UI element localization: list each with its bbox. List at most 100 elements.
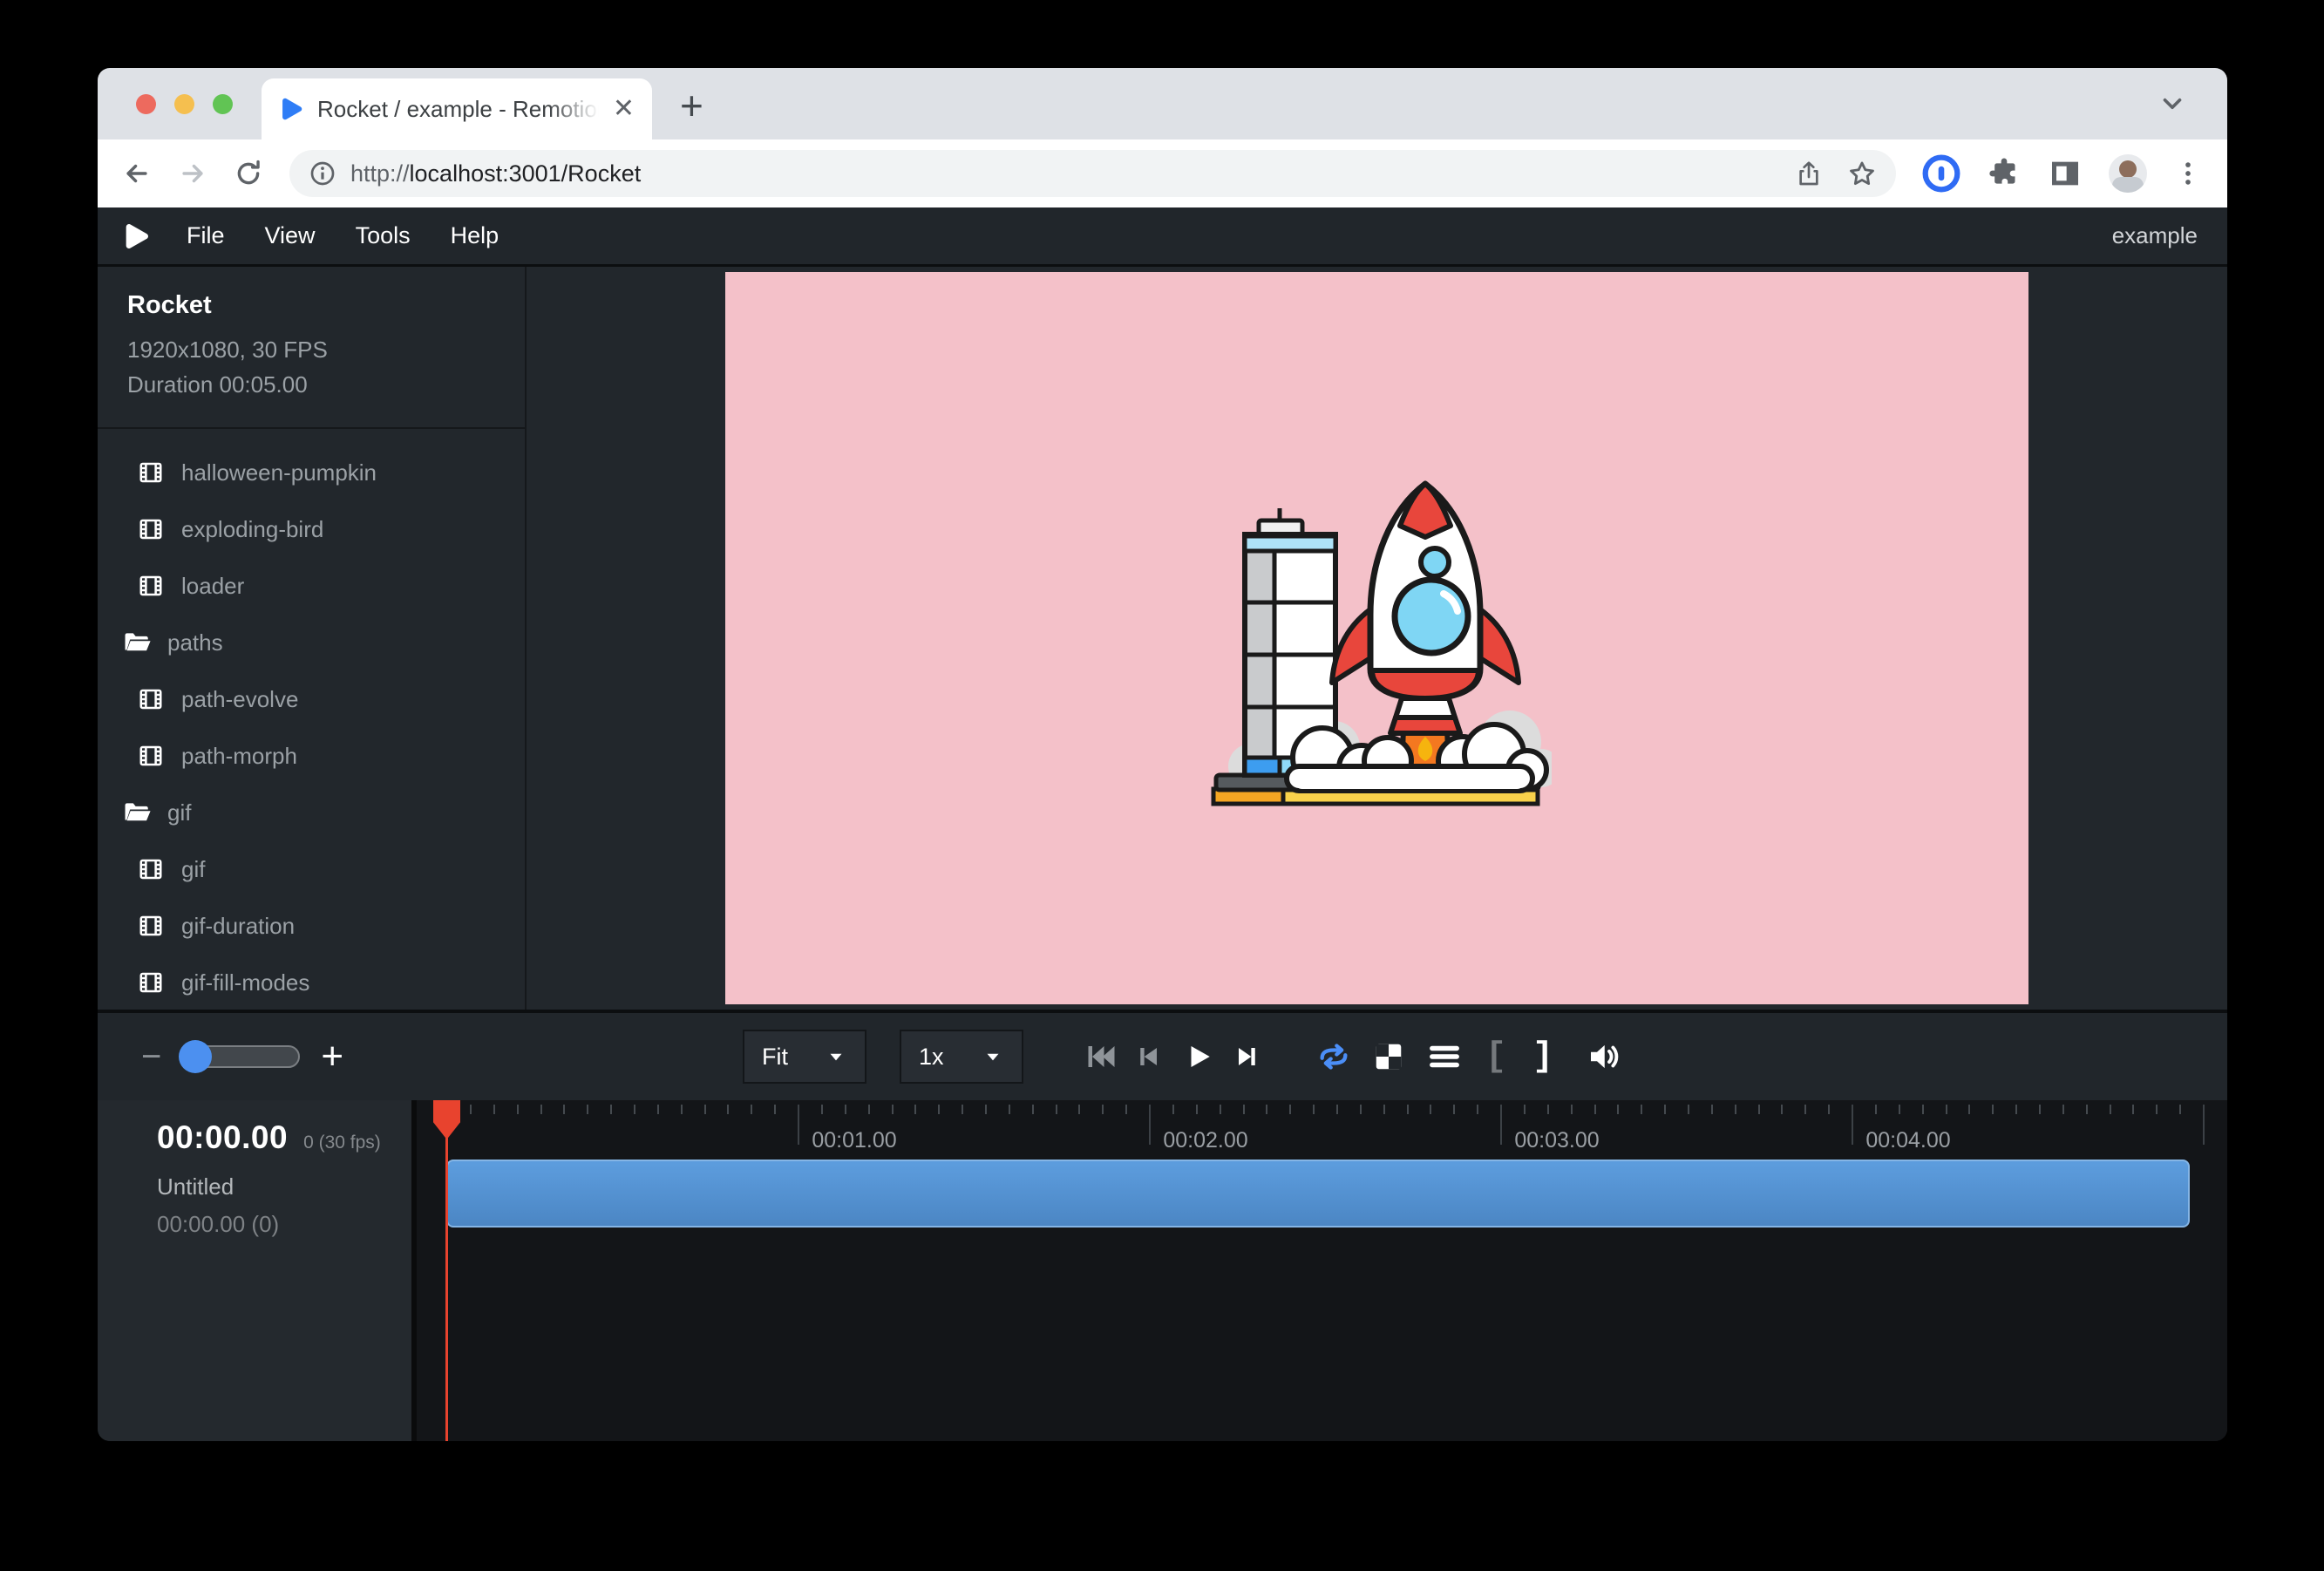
playhead-line bbox=[445, 1100, 448, 1441]
project-name-label: example bbox=[2112, 222, 2203, 249]
sidebar-folder-paths[interactable]: paths bbox=[98, 615, 525, 671]
tab-close-icon[interactable]: ✕ bbox=[613, 96, 635, 122]
preview-area bbox=[527, 267, 2227, 1010]
sidebar-item-loader[interactable]: loader bbox=[98, 558, 525, 615]
chevron-down-icon bbox=[982, 1045, 1004, 1068]
ruler-label-1s: 00:01.00 bbox=[812, 1128, 896, 1153]
remotion-favicon-icon bbox=[279, 97, 303, 121]
sidebar-item-halloween-pumpkin[interactable]: halloween-pumpkin bbox=[98, 445, 525, 501]
menu-help[interactable]: Help bbox=[435, 222, 515, 249]
address-bar[interactable]: http://localhost:3001/Rocket bbox=[289, 150, 1896, 197]
sidebar-folder-gif[interactable]: gif bbox=[98, 785, 525, 841]
set-out-point-button[interactable]: ] bbox=[1532, 1037, 1553, 1077]
film-icon bbox=[138, 856, 164, 882]
composition-duration: Duration 00:05.00 bbox=[127, 367, 495, 402]
previous-frame-button[interactable] bbox=[1135, 1044, 1161, 1070]
canvas-zoom-slider[interactable] bbox=[182, 1045, 300, 1068]
composition-list: halloween-pumpkin exploding-bird loader … bbox=[98, 429, 525, 1010]
remotion-logo-icon[interactable] bbox=[122, 222, 150, 250]
sidebar-item-label: gif bbox=[181, 856, 205, 883]
track-start-label: 00:00.00 (0) bbox=[157, 1211, 411, 1238]
playback-speed-value: 1x bbox=[919, 1044, 944, 1071]
sidebar-item-label: gif-fill-modes bbox=[181, 969, 309, 996]
back-button[interactable] bbox=[122, 159, 152, 188]
sidebar-item-label: path-morph bbox=[181, 743, 297, 770]
current-timecode: 00:00.00 bbox=[157, 1119, 288, 1156]
composition-title: Rocket bbox=[127, 291, 495, 320]
current-frame-label: 0 (30 fps) bbox=[303, 1132, 381, 1153]
canvas-size-select[interactable]: Fit bbox=[743, 1030, 866, 1084]
profile-avatar[interactable] bbox=[2109, 154, 2147, 193]
zoom-out-button[interactable]: − bbox=[141, 1037, 161, 1077]
chevron-down-icon bbox=[825, 1045, 847, 1068]
timeline-info-panel: 00:00.00 0 (30 fps) Untitled 00:00.00 (0… bbox=[98, 1100, 417, 1441]
skip-to-start-button[interactable] bbox=[1084, 1041, 1116, 1072]
browser-window: Rocket / example - Remotion P ✕ + http:/… bbox=[98, 68, 2227, 1441]
film-icon bbox=[138, 516, 164, 542]
ruler-label-4s: 00:04.00 bbox=[1865, 1128, 1950, 1153]
fullscreen-window-button[interactable] bbox=[213, 94, 233, 114]
next-frame-button[interactable] bbox=[1234, 1044, 1261, 1070]
sidebar-item-path-morph[interactable]: path-morph bbox=[98, 728, 525, 785]
track-name: Untitled bbox=[157, 1173, 411, 1200]
minimize-window-button[interactable] bbox=[174, 94, 194, 114]
timeline-sequence-bar[interactable] bbox=[446, 1160, 2190, 1228]
volume-button[interactable] bbox=[1585, 1038, 1621, 1075]
menu-tools[interactable]: Tools bbox=[340, 222, 426, 249]
extensions-puzzle-icon[interactable] bbox=[1987, 156, 2022, 191]
sidebar-item-gif-duration[interactable]: gif-duration bbox=[98, 898, 525, 955]
film-icon bbox=[138, 913, 164, 939]
traffic-lights bbox=[136, 94, 233, 114]
rocket-launch-artwork bbox=[1203, 470, 1552, 806]
play-button[interactable] bbox=[1184, 1042, 1213, 1071]
sidebar-item-gif[interactable]: gif bbox=[98, 841, 525, 898]
bookmark-star-icon[interactable] bbox=[1847, 159, 1877, 188]
forward-button[interactable] bbox=[178, 159, 207, 188]
new-tab-button[interactable]: + bbox=[680, 82, 703, 129]
url-scheme: http:// bbox=[350, 160, 410, 187]
sidebar-item-label: halloween-pumpkin bbox=[181, 459, 377, 486]
close-window-button[interactable] bbox=[136, 94, 156, 114]
share-icon[interactable] bbox=[1795, 160, 1823, 187]
tab-title: Rocket / example - Remotion P bbox=[317, 96, 599, 123]
folder-open-icon bbox=[122, 798, 152, 827]
browser-menu-kebab-icon[interactable] bbox=[2173, 159, 2203, 188]
tab-search-chevron-icon[interactable] bbox=[2158, 89, 2187, 119]
timeline-ruler[interactable]: 00:01.00 00:02.00 00:03.00 00:04.00 bbox=[417, 1100, 2227, 1441]
composition-canvas bbox=[725, 272, 2028, 1004]
film-icon bbox=[138, 686, 164, 712]
sidebar-item-path-evolve[interactable]: path-evolve bbox=[98, 671, 525, 728]
menu-view[interactable]: View bbox=[249, 222, 331, 249]
timeline-rows-button[interactable] bbox=[1428, 1040, 1461, 1073]
composition-info: Rocket 1920x1080, 30 FPS Duration 00:05.… bbox=[98, 291, 525, 429]
zoom-in-button[interactable]: + bbox=[321, 1035, 343, 1078]
transparency-checkerboard-button[interactable] bbox=[1372, 1040, 1405, 1073]
sidebar-item-gif-fill-modes[interactable]: gif-fill-modes bbox=[98, 955, 525, 1010]
menu-file[interactable]: File bbox=[171, 222, 241, 249]
sidebar-toggle-icon[interactable] bbox=[2048, 156, 2083, 191]
password-manager-icon[interactable] bbox=[1922, 154, 1960, 193]
playback-speed-select[interactable]: 1x bbox=[900, 1030, 1023, 1084]
set-in-point-button[interactable]: [ bbox=[1485, 1037, 1506, 1077]
compositions-sidebar: Rocket 1920x1080, 30 FPS Duration 00:05.… bbox=[98, 267, 527, 1010]
sidebar-item-label: exploding-bird bbox=[181, 516, 323, 543]
sidebar-item-label: path-evolve bbox=[181, 686, 298, 713]
tab-strip: Rocket / example - Remotion P ✕ + bbox=[98, 68, 2227, 139]
extension-actions bbox=[1922, 154, 2203, 193]
sidebar-item-exploding-bird[interactable]: exploding-bird bbox=[98, 501, 525, 558]
sidebar-item-label: paths bbox=[167, 629, 223, 656]
film-icon bbox=[138, 969, 164, 996]
sidebar-item-label: gif bbox=[167, 799, 191, 826]
sidebar-item-label: gif-duration bbox=[181, 913, 295, 940]
reload-button[interactable] bbox=[234, 159, 263, 188]
loop-toggle-button[interactable] bbox=[1316, 1039, 1351, 1074]
composition-resolution: 1920x1080, 30 FPS bbox=[127, 332, 495, 367]
folder-open-icon bbox=[122, 628, 152, 657]
browser-tab[interactable]: Rocket / example - Remotion P ✕ bbox=[262, 78, 652, 139]
film-icon bbox=[138, 573, 164, 599]
playback-controls-bar: − + Fit 1x bbox=[98, 1010, 2227, 1100]
zoom-slider-thumb[interactable] bbox=[179, 1040, 212, 1073]
site-info-icon[interactable] bbox=[309, 160, 336, 187]
remotion-app: File View Tools Help example Rocket 1920… bbox=[98, 207, 2227, 1441]
playhead-handle[interactable] bbox=[433, 1100, 460, 1139]
